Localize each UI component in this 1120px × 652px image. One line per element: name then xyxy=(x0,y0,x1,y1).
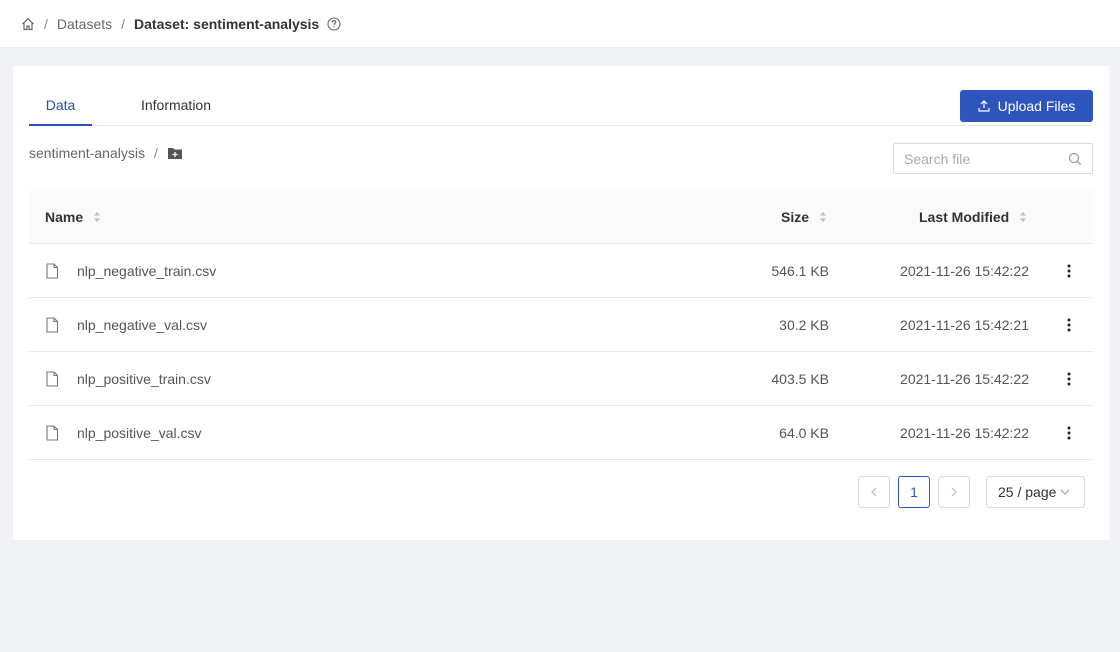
file-modified: 2021-11-26 15:42:22 xyxy=(900,424,1029,441)
file-icon xyxy=(45,244,61,297)
file-size: 30.2 KB xyxy=(779,316,829,333)
file-icon xyxy=(45,406,61,459)
tab-information[interactable]: Information xyxy=(139,84,213,126)
file-size: 546.1 KB xyxy=(771,262,829,279)
table-row[interactable]: nlp_positive_train.csv 403.5 KB 2021-11-… xyxy=(29,352,1093,406)
file-icon xyxy=(45,298,61,351)
path-separator: / xyxy=(153,145,158,161)
file-name[interactable]: nlp_negative_train.csv xyxy=(77,244,216,297)
files-table: Name Size Last Modified nlp_negative_tra… xyxy=(29,190,1093,460)
dataset-card: Data Information Upload Files sentiment-… xyxy=(13,66,1109,540)
breadcrumb-separator: / xyxy=(121,15,126,32)
column-modified-label: Last Modified xyxy=(919,208,1010,225)
top-bar: / Datasets / Dataset: sentiment-analysis xyxy=(0,0,1120,48)
breadcrumb-datasets-link[interactable]: Datasets xyxy=(57,16,112,32)
page-size-select[interactable]: 25 / page xyxy=(986,476,1085,508)
column-name-label: Name xyxy=(45,208,84,225)
breadcrumb-current: Dataset: sentiment-analysis xyxy=(134,15,320,32)
file-size: 64.0 KB xyxy=(779,424,829,441)
file-modified: 2021-11-26 15:42:21 xyxy=(900,316,1029,333)
chevron-down-icon xyxy=(1060,489,1070,495)
folder-add-icon[interactable] xyxy=(167,146,183,160)
column-size-label: Size xyxy=(781,208,810,225)
more-vertical-icon[interactable] xyxy=(1059,352,1079,405)
file-icon xyxy=(45,352,61,405)
breadcrumb-separator: / xyxy=(44,15,48,32)
chevron-right-icon xyxy=(951,487,957,497)
table-header: Name Size Last Modified xyxy=(29,190,1093,244)
file-name[interactable]: nlp_positive_train.csv xyxy=(77,352,211,405)
search-icon[interactable] xyxy=(1068,152,1082,166)
home-icon[interactable] xyxy=(21,17,35,31)
more-vertical-icon[interactable] xyxy=(1059,298,1079,351)
chevron-left-icon xyxy=(871,487,877,497)
upload-files-label: Upload Files xyxy=(997,98,1076,114)
question-circle-icon[interactable] xyxy=(327,16,341,31)
sort-icon[interactable] xyxy=(819,211,827,223)
upload-files-button[interactable]: Upload Files xyxy=(960,90,1093,122)
pagination-page-1[interactable]: 1 xyxy=(898,476,930,508)
file-size: 403.5 KB xyxy=(771,370,829,387)
path-folder-link[interactable]: sentiment-analysis xyxy=(29,145,145,161)
pagination-prev-button[interactable] xyxy=(858,476,890,508)
folder-path: sentiment-analysis / xyxy=(29,143,183,163)
file-modified: 2021-11-26 15:42:22 xyxy=(900,370,1029,387)
sort-icon[interactable] xyxy=(93,211,101,223)
column-header-size[interactable]: Size xyxy=(781,190,827,243)
tab-data[interactable]: Data xyxy=(29,84,92,126)
more-vertical-icon[interactable] xyxy=(1059,406,1079,459)
file-modified: 2021-11-26 15:42:22 xyxy=(900,262,1029,279)
more-vertical-icon[interactable] xyxy=(1059,244,1079,297)
sort-icon[interactable] xyxy=(1019,211,1027,223)
column-header-name[interactable]: Name xyxy=(45,190,101,243)
breadcrumb: / Datasets / Dataset: sentiment-analysis xyxy=(21,16,341,32)
column-header-last-modified[interactable]: Last Modified xyxy=(919,190,1027,243)
table-row[interactable]: nlp_negative_val.csv 30.2 KB 2021-11-26 … xyxy=(29,298,1093,352)
tab-bar: Data Information xyxy=(29,84,1093,126)
page-size-value: 25 / page xyxy=(998,484,1057,500)
search-file-box xyxy=(893,143,1093,174)
file-name[interactable]: nlp_positive_val.csv xyxy=(77,406,202,459)
table-row[interactable]: nlp_negative_train.csv 546.1 KB 2021-11-… xyxy=(29,244,1093,298)
upload-icon xyxy=(977,100,990,112)
table-row[interactable]: nlp_positive_val.csv 64.0 KB 2021-11-26 … xyxy=(29,406,1093,460)
file-name[interactable]: nlp_negative_val.csv xyxy=(77,298,207,351)
search-input[interactable] xyxy=(904,150,1068,167)
pagination-next-button[interactable] xyxy=(938,476,970,508)
